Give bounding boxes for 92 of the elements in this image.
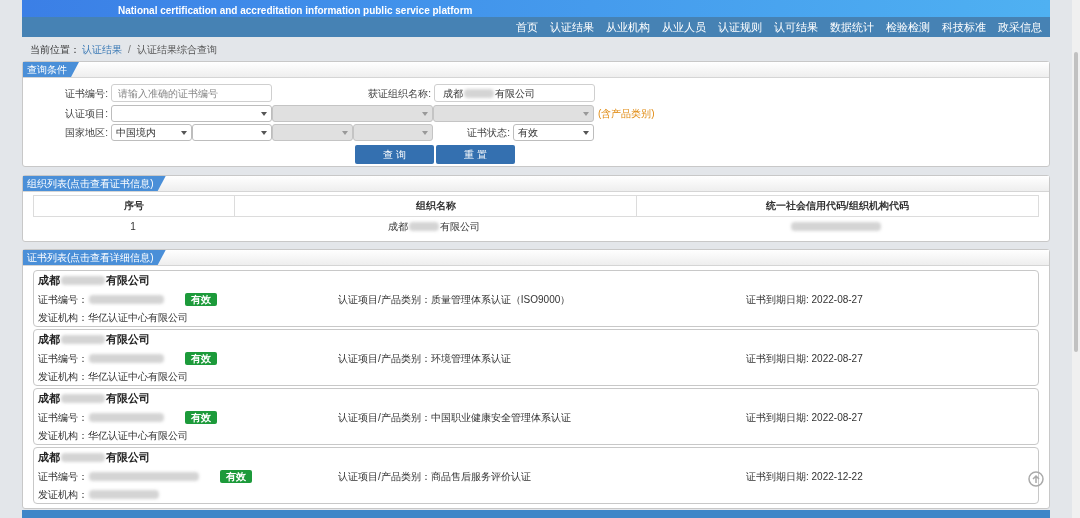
certificate-expiry: 证书到期日期: 2022-12-22 — [746, 469, 864, 484]
back-to-top-icon[interactable] — [1028, 471, 1044, 487]
status-badge: 有效 — [185, 292, 217, 306]
project-select[interactable] — [111, 105, 272, 122]
field-label: 发证机构： — [38, 428, 88, 443]
caret-icon — [422, 111, 428, 116]
caret-icon — [583, 111, 589, 116]
certificate-org-name: 成都 — [38, 450, 60, 466]
caret-icon — [422, 130, 428, 135]
nav-link[interactable]: 数据统计 — [824, 17, 880, 37]
column-header: 序号 — [123, 199, 145, 213]
certificate-org-name: 有限公司 — [106, 391, 150, 407]
redacted-block — [61, 453, 105, 463]
redacted-block — [464, 88, 494, 98]
field-label: 证书编号: — [64, 86, 109, 101]
certificate-project: 认证项目/产品类别：质量管理体系认证（ISO9000） — [338, 292, 572, 307]
certificate-expiry: 证书到期日期: 2022-08-27 — [746, 351, 864, 366]
caret-icon — [583, 130, 589, 135]
field-label: 证书编号： — [38, 410, 88, 425]
certificate-expiry: 证书到期日期: 2022-08-27 — [746, 292, 864, 307]
field-label: 证书编号： — [38, 469, 88, 484]
certificate-org-name: 成都 — [38, 273, 60, 289]
panel-title: 查询条件 — [23, 62, 79, 77]
certificate-org-name: 有限公司 — [106, 273, 150, 289]
issuer-name: 华亿认证中心有限公司 — [88, 310, 188, 325]
nav-link[interactable]: 政采信息 — [992, 17, 1048, 37]
field-label: 发证机构： — [38, 487, 88, 502]
org-name-text: 成都 — [443, 86, 463, 101]
breadcrumb-current: 认证结果综合查询 — [136, 42, 217, 57]
status-select[interactable]: 有效 — [513, 124, 594, 141]
field-label: 证书状态: — [466, 126, 511, 140]
cert-number-field[interactable]: 请输入准确的证书编号 — [111, 84, 272, 102]
certificate-project: 认证项目/产品类别：环境管理体系认证 — [338, 351, 512, 366]
nav-link[interactable]: 首页 — [510, 17, 544, 37]
certificate-expiry: 证书到期日期: 2022-08-27 — [746, 410, 864, 425]
panel-title: 组织列表(点击查看证书信息) — [23, 176, 166, 191]
field-label: 认证项目: — [64, 107, 109, 121]
certificate-org-name: 有限公司 — [106, 450, 150, 466]
certificate-org-name: 成都 — [38, 332, 60, 348]
certificate-card[interactable]: 成都 有限公司 证书编号： 有效 认证项目/产品类别：质量管理体系认证（ISO9000） 证书到期日期: 2022-08-27 发证机构：华亿认证中心有限公司 — [33, 270, 1039, 327]
status-badge: 有效 — [185, 410, 217, 424]
nav-link[interactable]: 检验检测 — [880, 17, 936, 37]
form-button[interactable]: 重 置 — [436, 145, 515, 164]
caret-icon — [180, 130, 187, 135]
nav-link[interactable]: 科技标准 — [936, 17, 992, 37]
redacted-block — [61, 394, 105, 404]
nav-link[interactable]: 从业人员 — [656, 17, 712, 37]
org-name-text: 有限公司 — [495, 86, 535, 101]
redacted-block — [61, 276, 105, 286]
region-select[interactable]: 中国境内 — [111, 124, 192, 141]
org-name-text[interactable]: 有限公司 — [440, 220, 480, 232]
nav-link[interactable]: 从业机构 — [600, 17, 656, 37]
column-header: 统一社会信用代码/组织机构代码 — [636, 196, 1038, 216]
redacted-block — [61, 335, 105, 345]
field-label: 国家地区: — [64, 126, 109, 140]
banner-subtitle: National certification and accreditation information public service platform — [118, 4, 473, 17]
issuer-name: 华亿认证中心有限公司 — [88, 428, 188, 443]
breadcrumb-link[interactable]: 认证结果 — [82, 41, 122, 57]
field-label: 获证组织名称: — [367, 86, 432, 101]
form-button[interactable]: 查 询 — [355, 145, 434, 164]
status-badge: 有效 — [185, 351, 217, 365]
certificate-org-name: 有限公司 — [106, 332, 150, 348]
field-label: 证书编号： — [38, 351, 88, 366]
status-badge: 有效 — [220, 469, 252, 483]
scrollbar[interactable] — [1072, 0, 1080, 518]
breadcrumb-label: 当前位置： — [30, 42, 80, 57]
certificate-project: 认证项目/产品类别：商品售后服务评价认证 — [338, 469, 532, 484]
issuer-name: 华亿认证中心有限公司 — [88, 369, 188, 384]
field-label: 发证机构： — [38, 310, 88, 325]
product-category-note: (含产品类别) — [597, 107, 655, 121]
column-header: 组织名称 — [234, 196, 636, 216]
caret-icon — [261, 111, 267, 116]
certificate-card[interactable]: 成都 有限公司 证书编号： 有效 认证项目/产品类别：环境管理体系认证 证书到期日期: 2022-08-27 发证机构：华亿认证中心有限公司 — [33, 329, 1039, 386]
table-cell-text: 1 — [129, 219, 137, 234]
region-select[interactable] — [191, 124, 272, 141]
certificate-card[interactable]: 成都 有限公司 证书编号： 有效 认证项目/产品类别：商品售后服务评价认证 证书到期日期: 2022-12-22 发证机构： — [33, 447, 1039, 504]
field-label: 发证机构： — [38, 369, 88, 384]
breadcrumb-separator: / — [128, 42, 131, 57]
nav-link[interactable]: 认证结果 — [544, 17, 600, 37]
certificate-org-name: 成都 — [38, 391, 60, 407]
redacted-block — [409, 222, 439, 232]
org-name-text[interactable]: 成都 — [388, 220, 408, 232]
certificate-card[interactable]: 成都 有限公司 证书编号： 有效 认证项目/产品类别：中国职业健康安全管理体系认证 证书到期日期: 2022-08-27 发证机构：华亿认证中心有限公司 — [33, 388, 1039, 445]
certificate-project: 认证项目/产品类别：中国职业健康安全管理体系认证 — [338, 410, 572, 425]
org-name-field[interactable]: 成都 有限公司 — [434, 84, 595, 102]
nav-link[interactable]: 认证规则 — [712, 17, 768, 37]
caret-icon — [261, 130, 267, 135]
field-label: 证书编号： — [38, 292, 88, 307]
nav-link[interactable]: 认可结果 — [768, 17, 824, 37]
panel-title: 证书列表(点击查看详细信息) — [23, 250, 166, 265]
caret-icon — [341, 130, 348, 135]
redacted-block — [89, 489, 159, 499]
